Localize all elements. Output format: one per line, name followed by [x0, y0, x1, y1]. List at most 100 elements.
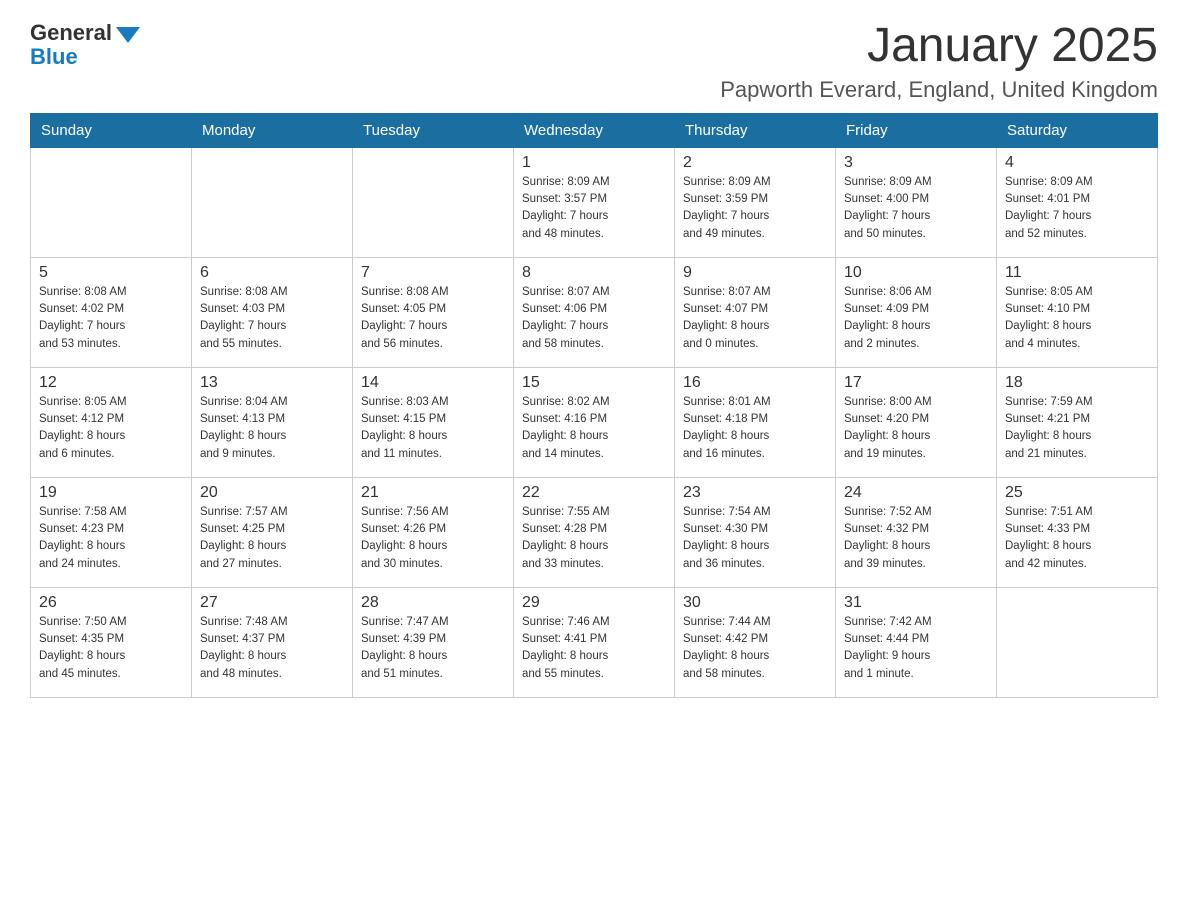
day-number: 2	[683, 154, 827, 172]
day-number: 1	[522, 154, 666, 172]
day-info: Sunrise: 7:52 AM Sunset: 4:32 PM Dayligh…	[844, 504, 988, 573]
week-row-1: 1 Sunrise: 8:09 AM Sunset: 3:57 PM Daylig…	[31, 147, 1158, 257]
calendar-cell: 17Sunrise: 8:00 AM Sunset: 4:20 PM Dayli…	[836, 367, 997, 477]
calendar-cell: 5 Sunrise: 8:08 AM Sunset: 4:02 PM Daylig…	[31, 257, 192, 367]
calendar-cell: 7 Sunrise: 8:08 AM Sunset: 4:05 PM Daylig…	[353, 257, 514, 367]
day-number: 15	[522, 374, 666, 392]
day-number: 12	[39, 374, 183, 392]
day-number: 16	[683, 374, 827, 392]
day-info: Sunrise: 8:05 AM Sunset: 4:12 PM Dayligh…	[39, 394, 183, 463]
calendar-cell: 22 Sunrise: 7:55 AM Sunset: 4:28 PM Dayli…	[514, 477, 675, 587]
calendar-cell: 4Sunrise: 8:09 AM Sunset: 4:01 PM Daylig…	[997, 147, 1158, 257]
calendar-cell: 15 Sunrise: 8:02 AM Sunset: 4:16 PM Dayli…	[514, 367, 675, 477]
day-info: Sunrise: 8:05 AM Sunset: 4:10 PM Dayligh…	[1005, 284, 1149, 353]
logo: General Blue	[30, 20, 140, 70]
day-info: Sunrise: 8:03 AM Sunset: 4:15 PM Dayligh…	[361, 394, 505, 463]
day-number: 25	[1005, 484, 1149, 502]
calendar-cell: 11Sunrise: 8:05 AM Sunset: 4:10 PM Dayli…	[997, 257, 1158, 367]
day-info: Sunrise: 8:08 AM Sunset: 4:03 PM Dayligh…	[200, 284, 344, 353]
calendar-cell: 13 Sunrise: 8:04 AM Sunset: 4:13 PM Dayli…	[192, 367, 353, 477]
logo-top: General	[30, 20, 140, 46]
day-info: Sunrise: 7:42 AM Sunset: 4:44 PM Dayligh…	[844, 614, 988, 683]
calendar-cell: 1 Sunrise: 8:09 AM Sunset: 3:57 PM Daylig…	[514, 147, 675, 257]
calendar-cell: 2 Sunrise: 8:09 AM Sunset: 3:59 PM Daylig…	[675, 147, 836, 257]
logo-general-text: General	[30, 20, 112, 46]
calendar-cell: 23 Sunrise: 7:54 AM Sunset: 4:30 PM Dayli…	[675, 477, 836, 587]
calendar-table: SundayMondayTuesdayWednesdayThursdayFrid…	[30, 113, 1158, 698]
day-info: Sunrise: 8:09 AM Sunset: 3:59 PM Dayligh…	[683, 174, 827, 243]
day-number: 5	[39, 264, 183, 282]
calendar-cell: 27 Sunrise: 7:48 AM Sunset: 4:37 PM Dayli…	[192, 587, 353, 697]
day-info: Sunrise: 8:07 AM Sunset: 4:06 PM Dayligh…	[522, 284, 666, 353]
page-header: General Blue January 2025 Papworth Evera…	[30, 20, 1158, 103]
week-row-4: 19 Sunrise: 7:58 AM Sunset: 4:23 PM Dayli…	[31, 477, 1158, 587]
day-info: Sunrise: 7:55 AM Sunset: 4:28 PM Dayligh…	[522, 504, 666, 573]
day-info: Sunrise: 8:09 AM Sunset: 4:00 PM Dayligh…	[844, 174, 988, 243]
day-info: Sunrise: 8:06 AM Sunset: 4:09 PM Dayligh…	[844, 284, 988, 353]
calendar-header-row: SundayMondayTuesdayWednesdayThursdayFrid…	[31, 113, 1158, 147]
calendar-cell: 21 Sunrise: 7:56 AM Sunset: 4:26 PM Dayli…	[353, 477, 514, 587]
calendar-cell: 25 Sunrise: 7:51 AM Sunset: 4:33 PM Dayli…	[997, 477, 1158, 587]
week-row-2: 5 Sunrise: 8:08 AM Sunset: 4:02 PM Daylig…	[31, 257, 1158, 367]
day-number: 23	[683, 484, 827, 502]
day-info: Sunrise: 8:08 AM Sunset: 4:02 PM Dayligh…	[39, 284, 183, 353]
day-number: 26	[39, 594, 183, 612]
day-info: Sunrise: 8:09 AM Sunset: 3:57 PM Dayligh…	[522, 174, 666, 243]
day-number: 14	[361, 374, 505, 392]
calendar-cell	[997, 587, 1158, 697]
location-text: Papworth Everard, England, United Kingdo…	[720, 77, 1158, 103]
day-number: 17	[844, 374, 988, 392]
day-info: Sunrise: 7:46 AM Sunset: 4:41 PM Dayligh…	[522, 614, 666, 683]
title-section: January 2025 Papworth Everard, England, …	[720, 20, 1158, 103]
calendar-cell: 6 Sunrise: 8:08 AM Sunset: 4:03 PM Daylig…	[192, 257, 353, 367]
day-info: Sunrise: 7:57 AM Sunset: 4:25 PM Dayligh…	[200, 504, 344, 573]
calendar-cell: 18Sunrise: 7:59 AM Sunset: 4:21 PM Dayli…	[997, 367, 1158, 477]
day-info: Sunrise: 8:08 AM Sunset: 4:05 PM Dayligh…	[361, 284, 505, 353]
day-info: Sunrise: 8:04 AM Sunset: 4:13 PM Dayligh…	[200, 394, 344, 463]
calendar-cell: 28Sunrise: 7:47 AM Sunset: 4:39 PM Dayli…	[353, 587, 514, 697]
day-number: 22	[522, 484, 666, 502]
calendar-cell	[192, 147, 353, 257]
day-info: Sunrise: 7:44 AM Sunset: 4:42 PM Dayligh…	[683, 614, 827, 683]
calendar-header-monday: Monday	[192, 113, 353, 147]
day-info: Sunrise: 8:07 AM Sunset: 4:07 PM Dayligh…	[683, 284, 827, 353]
day-number: 3	[844, 154, 988, 172]
day-number: 29	[522, 594, 666, 612]
calendar-header-sunday: Sunday	[31, 113, 192, 147]
calendar-header-friday: Friday	[836, 113, 997, 147]
calendar-cell: 24Sunrise: 7:52 AM Sunset: 4:32 PM Dayli…	[836, 477, 997, 587]
day-number: 30	[683, 594, 827, 612]
calendar-cell: 10Sunrise: 8:06 AM Sunset: 4:09 PM Dayli…	[836, 257, 997, 367]
day-number: 27	[200, 594, 344, 612]
day-number: 19	[39, 484, 183, 502]
day-number: 21	[361, 484, 505, 502]
calendar-cell: 30 Sunrise: 7:44 AM Sunset: 4:42 PM Dayli…	[675, 587, 836, 697]
day-number: 13	[200, 374, 344, 392]
calendar-cell: 12 Sunrise: 8:05 AM Sunset: 4:12 PM Dayli…	[31, 367, 192, 477]
calendar-header-thursday: Thursday	[675, 113, 836, 147]
day-info: Sunrise: 7:58 AM Sunset: 4:23 PM Dayligh…	[39, 504, 183, 573]
calendar-header-saturday: Saturday	[997, 113, 1158, 147]
day-number: 7	[361, 264, 505, 282]
day-number: 20	[200, 484, 344, 502]
day-info: Sunrise: 7:48 AM Sunset: 4:37 PM Dayligh…	[200, 614, 344, 683]
day-info: Sunrise: 8:09 AM Sunset: 4:01 PM Dayligh…	[1005, 174, 1149, 243]
day-info: Sunrise: 7:51 AM Sunset: 4:33 PM Dayligh…	[1005, 504, 1149, 573]
day-number: 9	[683, 264, 827, 282]
calendar-cell: 14 Sunrise: 8:03 AM Sunset: 4:15 PM Dayli…	[353, 367, 514, 477]
week-row-5: 26Sunrise: 7:50 AM Sunset: 4:35 PM Dayli…	[31, 587, 1158, 697]
day-number: 31	[844, 594, 988, 612]
day-info: Sunrise: 8:02 AM Sunset: 4:16 PM Dayligh…	[522, 394, 666, 463]
calendar-cell: 19 Sunrise: 7:58 AM Sunset: 4:23 PM Dayli…	[31, 477, 192, 587]
day-info: Sunrise: 7:56 AM Sunset: 4:26 PM Dayligh…	[361, 504, 505, 573]
week-row-3: 12 Sunrise: 8:05 AM Sunset: 4:12 PM Dayli…	[31, 367, 1158, 477]
calendar-cell: 31 Sunrise: 7:42 AM Sunset: 4:44 PM Dayli…	[836, 587, 997, 697]
day-info: Sunrise: 7:54 AM Sunset: 4:30 PM Dayligh…	[683, 504, 827, 573]
day-number: 18	[1005, 374, 1149, 392]
day-number: 6	[200, 264, 344, 282]
calendar-cell: 3 Sunrise: 8:09 AM Sunset: 4:00 PM Daylig…	[836, 147, 997, 257]
logo-blue-text: Blue	[30, 44, 78, 70]
calendar-cell	[353, 147, 514, 257]
calendar-header-tuesday: Tuesday	[353, 113, 514, 147]
logo-arrow-icon	[116, 27, 140, 43]
